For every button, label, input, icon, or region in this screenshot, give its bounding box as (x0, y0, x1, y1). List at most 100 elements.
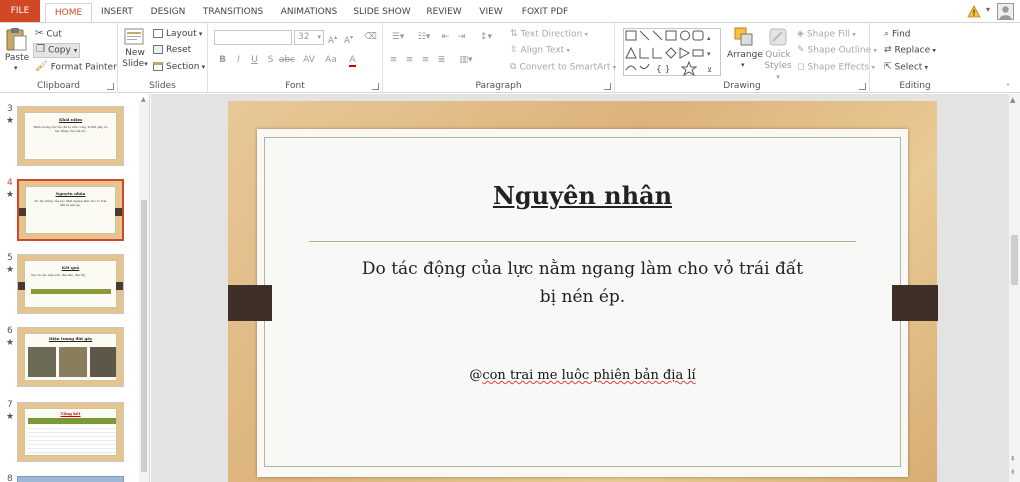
numbering-icon[interactable]: ☷▾ (413, 31, 435, 44)
tab-view[interactable]: VIEW (474, 3, 508, 23)
thumbnail-card: Khái niệm Hiện tượng các lớp đá bị uốn c… (24, 112, 117, 160)
slide-body-line-2: bị nén ép. (539, 287, 626, 307)
paste-button[interactable]: Paste ▾ (4, 26, 30, 72)
strikethrough-button[interactable]: abc (278, 54, 296, 67)
brush-icon: 🖌 (35, 61, 48, 72)
font-launcher-icon[interactable] (372, 83, 379, 90)
clipboard-launcher-icon[interactable] (107, 83, 114, 90)
slide-thumbnail-8[interactable] (17, 476, 124, 482)
tab-slide-show[interactable]: SLIDE SHOW (350, 3, 414, 23)
thumbnail-panel-scroll-thumb[interactable] (141, 200, 147, 472)
warning-icon[interactable] (967, 5, 981, 18)
align-left-icon[interactable]: ≡ (387, 54, 400, 67)
shape-outline-button[interactable]: ✎ Shape Outline ▾ (797, 44, 877, 57)
cut-label: Cut (46, 29, 62, 40)
tab-animations[interactable]: ANIMATIONS (276, 3, 342, 23)
reset-button[interactable]: Reset (153, 44, 191, 56)
thumbnail-card: Nguyên nhân Do tác động của lực nằm ngan… (25, 186, 116, 234)
arrange-dropdown-icon[interactable]: ▾ (741, 61, 745, 69)
columns-icon[interactable]: ▥▾ (455, 54, 477, 67)
tab-insert[interactable]: INSERT (97, 3, 137, 23)
tab-design[interactable]: DESIGN (146, 3, 190, 23)
slide-tab-left (228, 285, 272, 321)
thumbnail-7-animation-icon: ★ (6, 412, 15, 422)
justify-icon[interactable]: ≣ (435, 54, 448, 67)
slide-thumbnail-5[interactable]: Kết quả Tạo ra các nếp uốn, địa hào, địa… (17, 254, 124, 314)
ribbon-home: Paste ▾ ✂ Cut ❐ Copy ▾ 🖌 Format Painter Cli… (0, 23, 1020, 93)
select-button[interactable]: ⇱ Select ▾ (884, 61, 928, 74)
font-size-combo[interactable]: 32 ▾ (294, 30, 324, 45)
paint-bucket-icon: ◈ (797, 29, 804, 39)
bold-button[interactable]: B (216, 54, 229, 67)
change-case-button[interactable]: Aa (322, 54, 340, 67)
arrange-label: Arrange (727, 50, 763, 60)
underline-button[interactable]: U (248, 54, 261, 67)
slide-thumbnail-3[interactable]: Khái niệm Hiện tượng các lớp đá bị uốn c… (17, 106, 124, 166)
increase-indent-icon[interactable]: ⇥ (455, 31, 468, 44)
layout-icon (153, 29, 163, 38)
grow-font-icon[interactable]: A▴ (326, 31, 339, 46)
slide-thumbnail-4[interactable]: Nguyên nhân Do tác động của lực nằm ngan… (17, 179, 124, 241)
cut-button[interactable]: ✂ Cut (35, 28, 62, 41)
slide-title[interactable]: Nguyên nhân (264, 181, 901, 210)
paragraph-launcher-icon[interactable] (604, 83, 611, 90)
layout-button[interactable]: Layout ▾ (153, 28, 202, 40)
new-slide-dropdown-icon[interactable]: ▾ (144, 60, 148, 68)
slide-body-text[interactable]: Do tác động của lực nằm ngang làm cho vỏ… (300, 255, 865, 311)
thumbnail-6-animation-icon: ★ (6, 338, 15, 348)
text-direction-button[interactable]: ⇅ Text Direction ▾ (510, 28, 588, 41)
slide-thumbnail-6[interactable]: Hiện tượng đứt gãy (17, 327, 124, 387)
svg-text:⊻: ⊻ (707, 66, 712, 74)
shrink-font-icon[interactable]: A▾ (342, 31, 355, 46)
convert-smartart-button[interactable]: ⧉ Convert to SmartArt ▾ (510, 61, 616, 74)
bullets-icon[interactable]: ☰▾ (387, 31, 409, 44)
next-slide-icon[interactable]: ⇟ (1010, 468, 1016, 476)
tab-review[interactable]: REVIEW (422, 3, 466, 23)
slide-area-scroll-thumb[interactable] (1011, 235, 1018, 285)
align-center-icon[interactable]: ≡ (403, 54, 416, 67)
italic-button[interactable]: I (232, 54, 245, 67)
new-slide-button[interactable]: New Slide▾ (121, 26, 149, 76)
paste-dropdown-icon[interactable]: ▾ (14, 64, 18, 72)
character-spacing-button[interactable]: AV (300, 54, 318, 67)
font-name-combo[interactable] (214, 30, 292, 45)
tab-file[interactable]: FILE (0, 0, 40, 23)
replace-button[interactable]: ⇄ Replace ▾ (884, 44, 936, 57)
line-spacing-icon[interactable]: ↕▾ (475, 31, 497, 44)
collapse-ribbon-icon[interactable]: ˄ (1006, 83, 1010, 92)
shape-effects-button[interactable]: ◻ Shape Effects ▾ (797, 61, 875, 74)
ribbon-options-icon[interactable]: ▾ (986, 5, 990, 14)
arrange-button[interactable]: Arrange ▾ (727, 26, 763, 76)
slide-credit-text[interactable]: @con trai me luôc phiên bản địa lí (300, 368, 865, 383)
thumbnail-scroll-up-icon[interactable]: ▲ (141, 96, 146, 103)
font-color-icon[interactable]: A (346, 54, 359, 67)
drawing-launcher-icon[interactable] (859, 83, 866, 90)
copy-button[interactable]: ❐ Copy ▾ (33, 43, 81, 58)
thumbnail-card: Hiện tượng đứt gãy (24, 333, 117, 381)
user-avatar[interactable] (997, 3, 1014, 20)
slide-area-scrollbar[interactable] (1009, 94, 1020, 482)
find-button[interactable]: ⌕ Find (884, 28, 911, 41)
tab-home[interactable]: HOME (45, 3, 92, 23)
thumbnail-5-diagram (31, 289, 111, 294)
format-painter-button[interactable]: 🖌 Format Painter (35, 61, 117, 74)
slide-scroll-up-icon[interactable]: ▲ (1010, 96, 1015, 104)
previous-slide-icon[interactable]: ⇞ (1010, 455, 1016, 463)
section-button[interactable]: Section ▾ (153, 61, 205, 73)
user-icon (999, 6, 1012, 19)
copy-dropdown-icon[interactable]: ▾ (74, 47, 78, 55)
shapes-gallery[interactable]: { } ▴ ▾ ⊻ (623, 28, 723, 76)
slide-thumbnail-7[interactable]: Tổng kết (17, 402, 124, 462)
tab-foxit-pdf[interactable]: FOXIT PDF (516, 3, 574, 23)
thumbnail-6-photo-3 (90, 347, 116, 377)
clear-formatting-icon[interactable]: ⌫ (364, 31, 377, 44)
thumbnail-4-animation-icon: ★ (6, 190, 15, 200)
decrease-indent-icon[interactable]: ⇤ (439, 31, 452, 44)
shape-fill-button[interactable]: ◈ Shape Fill ▾ (797, 28, 856, 41)
replace-icon: ⇄ (884, 45, 892, 55)
tab-transitions[interactable]: TRANSITIONS (198, 3, 268, 23)
text-shadow-button[interactable]: S (264, 54, 277, 67)
align-text-button[interactable]: ⇳ Align Text ▾ (510, 44, 570, 57)
quick-styles-button[interactable]: Quick Styles ▾ (763, 26, 793, 81)
align-right-icon[interactable]: ≡ (419, 54, 432, 67)
